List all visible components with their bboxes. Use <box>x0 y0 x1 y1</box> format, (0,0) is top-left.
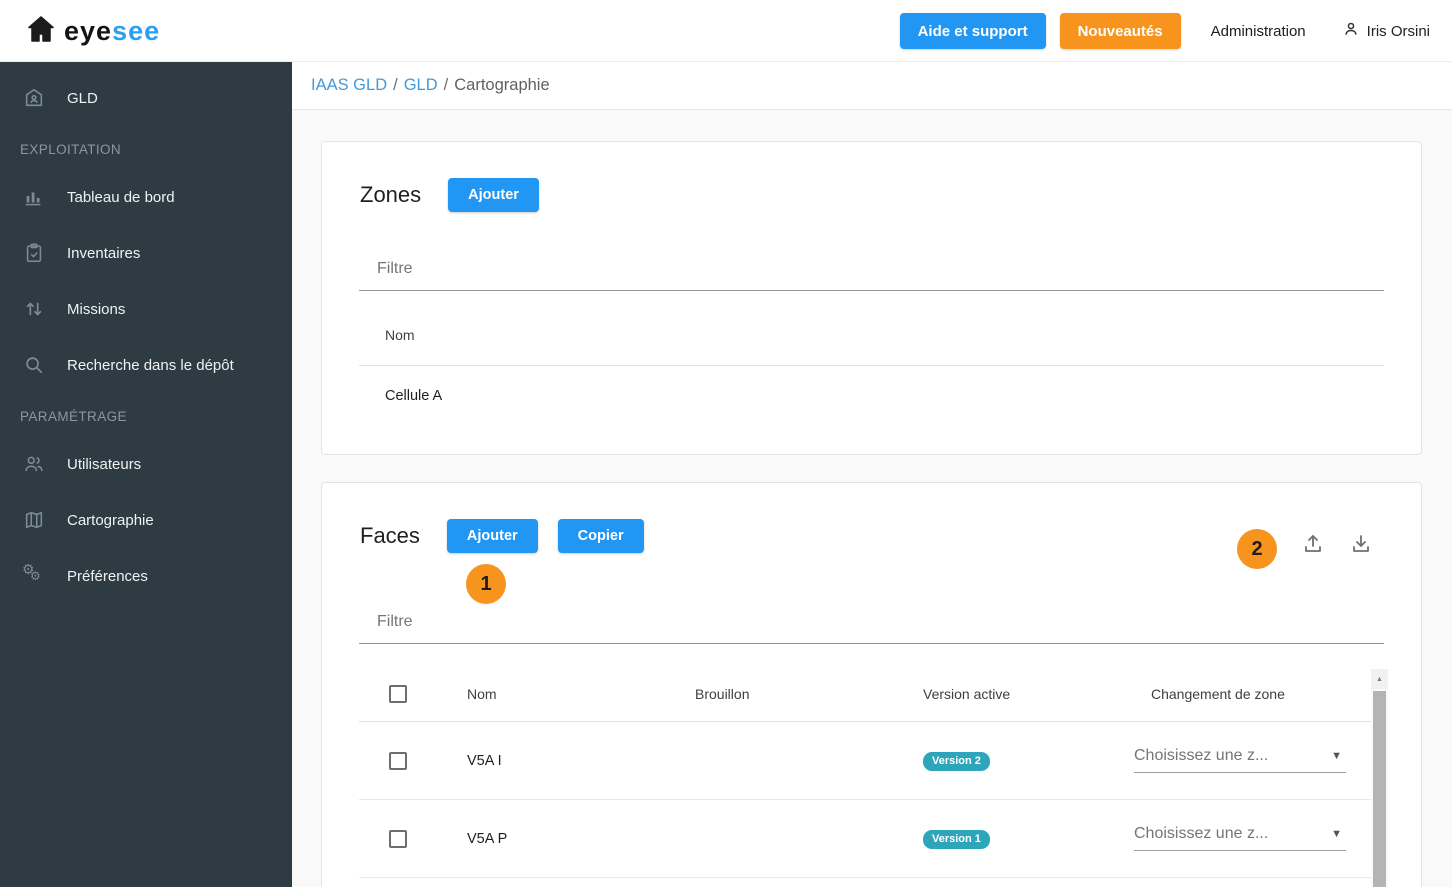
faces-column-brouillon: Brouillon <box>695 686 749 702</box>
zones-table-header: Nom <box>359 291 1384 366</box>
help-support-button[interactable]: Aide et support <box>900 13 1046 49</box>
brand-part2: see <box>112 16 160 46</box>
scrollbar-thumb[interactable] <box>1373 691 1386 887</box>
sidebar-item-cartographie[interactable]: Cartographie <box>0 492 292 548</box>
bar-chart-icon <box>22 185 46 209</box>
search-icon <box>22 353 46 377</box>
sidebar-item-label: Utilisateurs <box>67 456 141 473</box>
gears-icon: ⚙⚙ <box>22 564 46 588</box>
scroll-up-icon[interactable]: ▲ <box>1371 669 1388 689</box>
breadcrumb-link-parent[interactable]: GLD <box>404 76 438 95</box>
zone-select-value: Choisissez une z... <box>1134 825 1268 843</box>
row-checkbox[interactable] <box>389 752 407 770</box>
breadcrumb: IAAS GLD / GLD / Cartographie <box>292 62 1452 110</box>
sidebar-item-label: Cartographie <box>67 512 154 529</box>
sidebar-item-label: Recherche dans le dépôt <box>67 357 234 374</box>
table-scrollbar[interactable]: ▲ <box>1371 669 1388 887</box>
sidebar-item-preferences[interactable]: ⚙⚙ Préférences <box>0 548 292 604</box>
main-content: IAAS GLD / GLD / Cartographie Zones Ajou… <box>292 62 1452 887</box>
download-icon[interactable] <box>1349 532 1373 556</box>
user-menu[interactable]: Iris Orsini <box>1342 20 1430 42</box>
sidebar-item-inventaires[interactable]: Inventaires <box>0 225 292 281</box>
up-down-arrows-icon <box>22 297 46 321</box>
sidebar-item-utilisateurs[interactable]: Utilisateurs <box>0 436 292 492</box>
face-name: V5A P <box>467 831 507 847</box>
faces-title: Faces <box>360 523 420 549</box>
faces-column-nom: Nom <box>467 686 497 702</box>
sidebar-section-exploitation: EXPLOITATION <box>0 142 292 157</box>
sidebar-item-recherche-depot[interactable]: Recherche dans le dépôt <box>0 337 292 393</box>
person-icon <box>1342 20 1360 42</box>
user-name: Iris Orsini <box>1367 23 1430 40</box>
administration-link[interactable]: Administration <box>1211 23 1306 40</box>
select-all-checkbox[interactable] <box>389 685 407 703</box>
zones-filter <box>359 247 1384 291</box>
users-icon <box>22 452 46 476</box>
sidebar-item-missions[interactable]: Missions <box>0 281 292 337</box>
face-name: V5A I <box>467 753 502 769</box>
faces-table: Nom Brouillon Version active Changement … <box>359 669 1372 878</box>
brand-part1: eye <box>64 16 112 46</box>
zones-title: Zones <box>360 182 421 208</box>
faces-table-header: Nom Brouillon Version active Changement … <box>359 669 1372 722</box>
zone-change-select[interactable]: Choisissez une z... ▼ <box>1134 818 1346 851</box>
sidebar-item-label: Tableau de bord <box>67 189 175 206</box>
sidebar-item-gld[interactable]: GLD <box>0 70 292 126</box>
faces-column-version-active: Version active <box>923 686 1010 702</box>
faces-card-tools: 2 <box>1237 529 1373 569</box>
sidebar-item-label: Préférences <box>67 568 148 585</box>
faces-filter-input[interactable] <box>359 600 1384 644</box>
breadcrumb-separator: / <box>393 76 398 95</box>
caret-down-icon: ▼ <box>1331 750 1342 762</box>
faces-add-button[interactable]: Ajouter <box>447 519 538 553</box>
zones-add-button[interactable]: Ajouter <box>448 178 539 212</box>
breadcrumb-link-root[interactable]: IAAS GLD <box>311 76 387 95</box>
app-logo: eyesee <box>26 14 160 49</box>
zone-change-select[interactable]: Choisissez une z... ▼ <box>1134 740 1346 773</box>
top-bar: eyesee Aide et support Nouveautés Admini… <box>0 0 1452 62</box>
news-button[interactable]: Nouveautés <box>1060 13 1181 49</box>
sidebar: GLD EXPLOITATION Tableau de bord Inventa… <box>0 62 292 887</box>
upload-icon[interactable] <box>1301 532 1325 556</box>
zones-filter-input[interactable] <box>359 247 1384 291</box>
faces-column-changement-zone: Changement de zone <box>1151 686 1285 702</box>
faces-card: Faces Ajouter Copier 1 2 Nom Brouillon V… <box>321 482 1422 887</box>
clipboard-check-icon <box>22 241 46 265</box>
annotation-badge-1: 1 <box>466 564 506 604</box>
zones-card: Zones Ajouter Nom Cellule A <box>321 141 1422 455</box>
faces-table-row: V5A I Version 2 Choisissez une z... ▼ <box>359 722 1372 800</box>
faces-filter <box>359 600 1384 644</box>
sidebar-item-label: Missions <box>67 301 125 318</box>
caret-down-icon: ▼ <box>1331 828 1342 840</box>
faces-copy-button[interactable]: Copier <box>558 519 644 553</box>
breadcrumb-current: Cartographie <box>454 76 549 95</box>
sidebar-section-parametrage: PARAMÉTRAGE <box>0 409 292 424</box>
version-badge: Version 1 <box>923 830 990 849</box>
home-logo-icon <box>26 14 56 49</box>
sidebar-item-tableau-de-bord[interactable]: Tableau de bord <box>0 169 292 225</box>
row-checkbox[interactable] <box>389 830 407 848</box>
faces-table-row: V5A P Version 1 Choisissez une z... ▼ <box>359 800 1372 878</box>
zones-table-row[interactable]: Cellule A <box>359 366 1384 426</box>
map-icon <box>22 508 46 532</box>
zone-name: Cellule A <box>385 388 442 404</box>
sidebar-item-label: Inventaires <box>67 245 140 262</box>
zones-column-nom: Nom <box>385 327 415 343</box>
zone-select-value: Choisissez une z... <box>1134 747 1268 765</box>
breadcrumb-separator: / <box>444 76 449 95</box>
brand-wordmark: eyesee <box>64 18 160 45</box>
sidebar-item-label: GLD <box>67 90 98 107</box>
top-bar-actions: Aide et support Nouveautés Administratio… <box>900 0 1430 62</box>
version-badge: Version 2 <box>923 752 990 771</box>
annotation-badge-2: 2 <box>1237 529 1277 569</box>
zones-card-header: Zones Ajouter <box>322 178 1421 212</box>
site-badge-icon <box>22 86 46 110</box>
